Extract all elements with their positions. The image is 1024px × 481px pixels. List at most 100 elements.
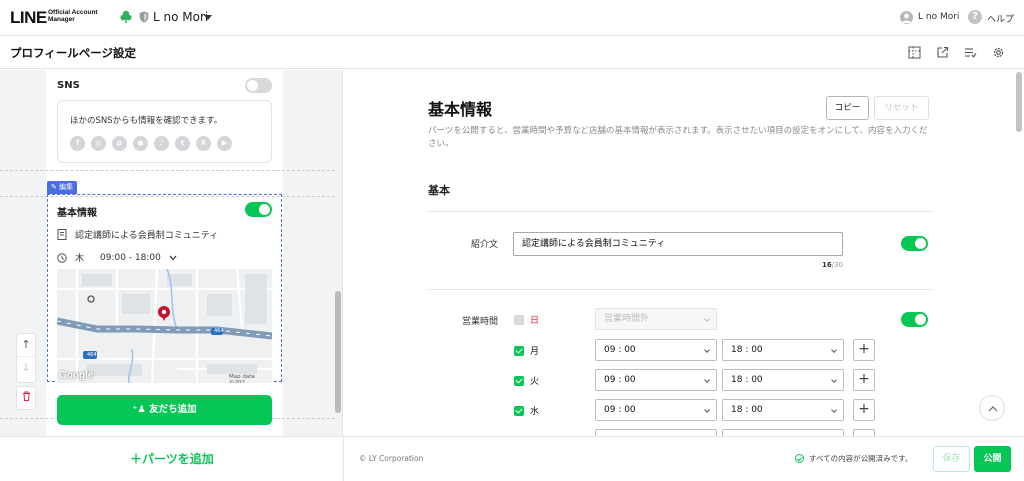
intro-label: 紹介文 [470,240,498,250]
open-time-value: 09 : 00 [604,405,636,415]
road-number-1: 464 [87,352,97,358]
tumblr-icon[interactable]: t [175,136,190,151]
account-tree-icon [120,10,132,23]
checkbox-sunday[interactable] [514,315,524,325]
section-divider [0,170,335,171]
line-icon[interactable]: ● [133,136,148,151]
close-time-value: 18 : 00 [731,405,763,415]
add-hours-button[interactable]: + [853,339,875,361]
x-icon[interactable]: X [196,136,211,151]
line-logo-subtitle: Official Account Manager [48,9,98,23]
hours-row[interactable]: 木 09:00 - 18:00 [57,251,177,264]
edit-tag[interactable]: ✎ 編集 [47,181,78,194]
divider [428,211,933,212]
close-time-next[interactable] [722,429,844,436]
open-time-tuesday[interactable]: 09 : 00 [595,369,717,391]
save-button[interactable]: 保存 [933,446,970,472]
chevron-down-icon [169,255,177,260]
hours-day: 木 [75,254,85,264]
close-time-monday[interactable]: 18 : 00 [722,339,844,361]
basic-info-preview-toggle[interactable] [245,202,272,217]
account-switcher[interactable]: L no Mori [153,10,208,24]
hours-range: 09:00 - 18:00 [100,252,161,263]
gear-icon[interactable] [992,46,1005,59]
intro-toggle[interactable] [901,236,928,251]
publish-status: すべての内容が公開済みです。 [795,453,912,464]
chevron-up-icon [988,406,998,412]
divider [428,289,933,290]
google-logo: Google [59,370,94,381]
pinterest-icon[interactable]: p [112,136,127,151]
open-time-next[interactable] [595,429,717,436]
user-name[interactable]: L no Mori [918,12,959,22]
form-description: パーツを公開すると、営業時間や予算など店舗の基本情報が表示されます。表示させたい… [428,126,928,149]
add-parts-button[interactable]: ＋パーツを追加 [130,450,214,467]
scroll-to-top-button[interactable] [979,395,1005,421]
avatar[interactable] [900,11,913,24]
add-user-icon: ⁺♟ [132,404,146,415]
add-friend-label: 友だち追加 [149,404,197,415]
preview-scrollbar[interactable] [335,291,341,413]
map-credit: Map data ©202 [229,374,255,383]
instagram-icon[interactable]: ◎ [91,136,106,151]
form-scrollbar[interactable] [1016,72,1022,132]
line-logo[interactable]: LINE [10,8,47,28]
basic-info-preview-title: 基本情報 [57,208,97,219]
intro-input[interactable]: 認定講師による会員制コミュニティ [513,232,843,256]
settings-form: 基本情報 コピー リセット パーツを公開すると、営業時間や予算など店舗の基本情報… [344,70,1024,436]
chevron-down-icon [704,407,710,413]
open-time-monday[interactable]: 09 : 00 [595,339,717,361]
form-title: 基本情報 [428,100,493,119]
delete-button[interactable] [17,387,35,409]
chevron-down-icon [704,316,710,322]
facebook-icon[interactable]: f [70,136,85,151]
sns-toggle[interactable] [245,78,272,93]
checkbox-tuesday[interactable] [514,376,524,386]
reorder-list-icon[interactable] [964,46,977,59]
tiktok-icon[interactable]: ♪ [154,136,169,151]
closed-text-sunday: 営業時間外 [604,314,650,324]
edit-tag-label: 編集 [59,183,74,191]
move-up-button[interactable]: ↑ [17,334,35,356]
hours-toggle[interactable] [901,312,928,327]
intro-text: 認定講師による会員制コミュニティ [75,231,219,241]
closed-select-sunday[interactable]: 営業時間外 [595,308,717,330]
open-external-icon[interactable] [936,46,949,59]
close-time-tuesday[interactable]: 18 : 00 [722,369,844,391]
intro-row: 認定講師による会員制コミュニティ [57,228,218,241]
map-image [57,269,272,383]
chevron-down-icon[interactable] [204,15,212,20]
shield-icon [139,11,149,23]
top-nav: LINE Official Account Manager L no Mori … [0,0,1024,36]
add-hours-button[interactable]: + [853,369,875,391]
chevron-down-icon [704,377,710,383]
add-hours-button[interactable] [853,429,875,436]
help-icon[interactable]: ? [968,10,982,24]
add-hours-button[interactable]: + [853,399,875,421]
youtube-icon[interactable]: ▶ [217,136,232,151]
chevron-down-icon [704,347,710,353]
chevron-down-icon [831,377,837,383]
logo-sub-line1: Official Account [48,9,98,16]
checkbox-wednesday[interactable] [514,406,524,416]
checkbox-monday[interactable] [514,346,524,356]
clock-icon [57,252,67,263]
layout-icon[interactable] [908,46,921,59]
map[interactable]: 464 464 Google Map data ©202 [57,269,272,383]
day-tuesday: 火 [530,377,540,387]
add-friend-button[interactable]: ⁺♟ 友だち追加 [57,395,272,425]
publish-button[interactable]: 公開 [974,446,1011,472]
intro-count: 16 [822,261,832,269]
check-circle-icon [795,454,804,463]
help-link[interactable]: ヘルプ [987,12,1014,25]
close-time-wednesday[interactable]: 18 : 00 [722,399,844,421]
open-time-wednesday[interactable]: 09 : 00 [595,399,717,421]
open-time-value: 09 : 00 [604,375,636,385]
copy-button[interactable]: コピー [826,96,869,120]
sns-card: ほかのSNSからも情報を確認できます。 f ◎ p ● ♪ t X ▶ [57,100,272,163]
day-monday: 月 [530,347,540,357]
close-time-value: 18 : 00 [731,345,763,355]
move-down-button[interactable]: ↓ [17,356,35,378]
chevron-down-icon [831,347,837,353]
reset-button[interactable]: リセット [874,96,929,120]
